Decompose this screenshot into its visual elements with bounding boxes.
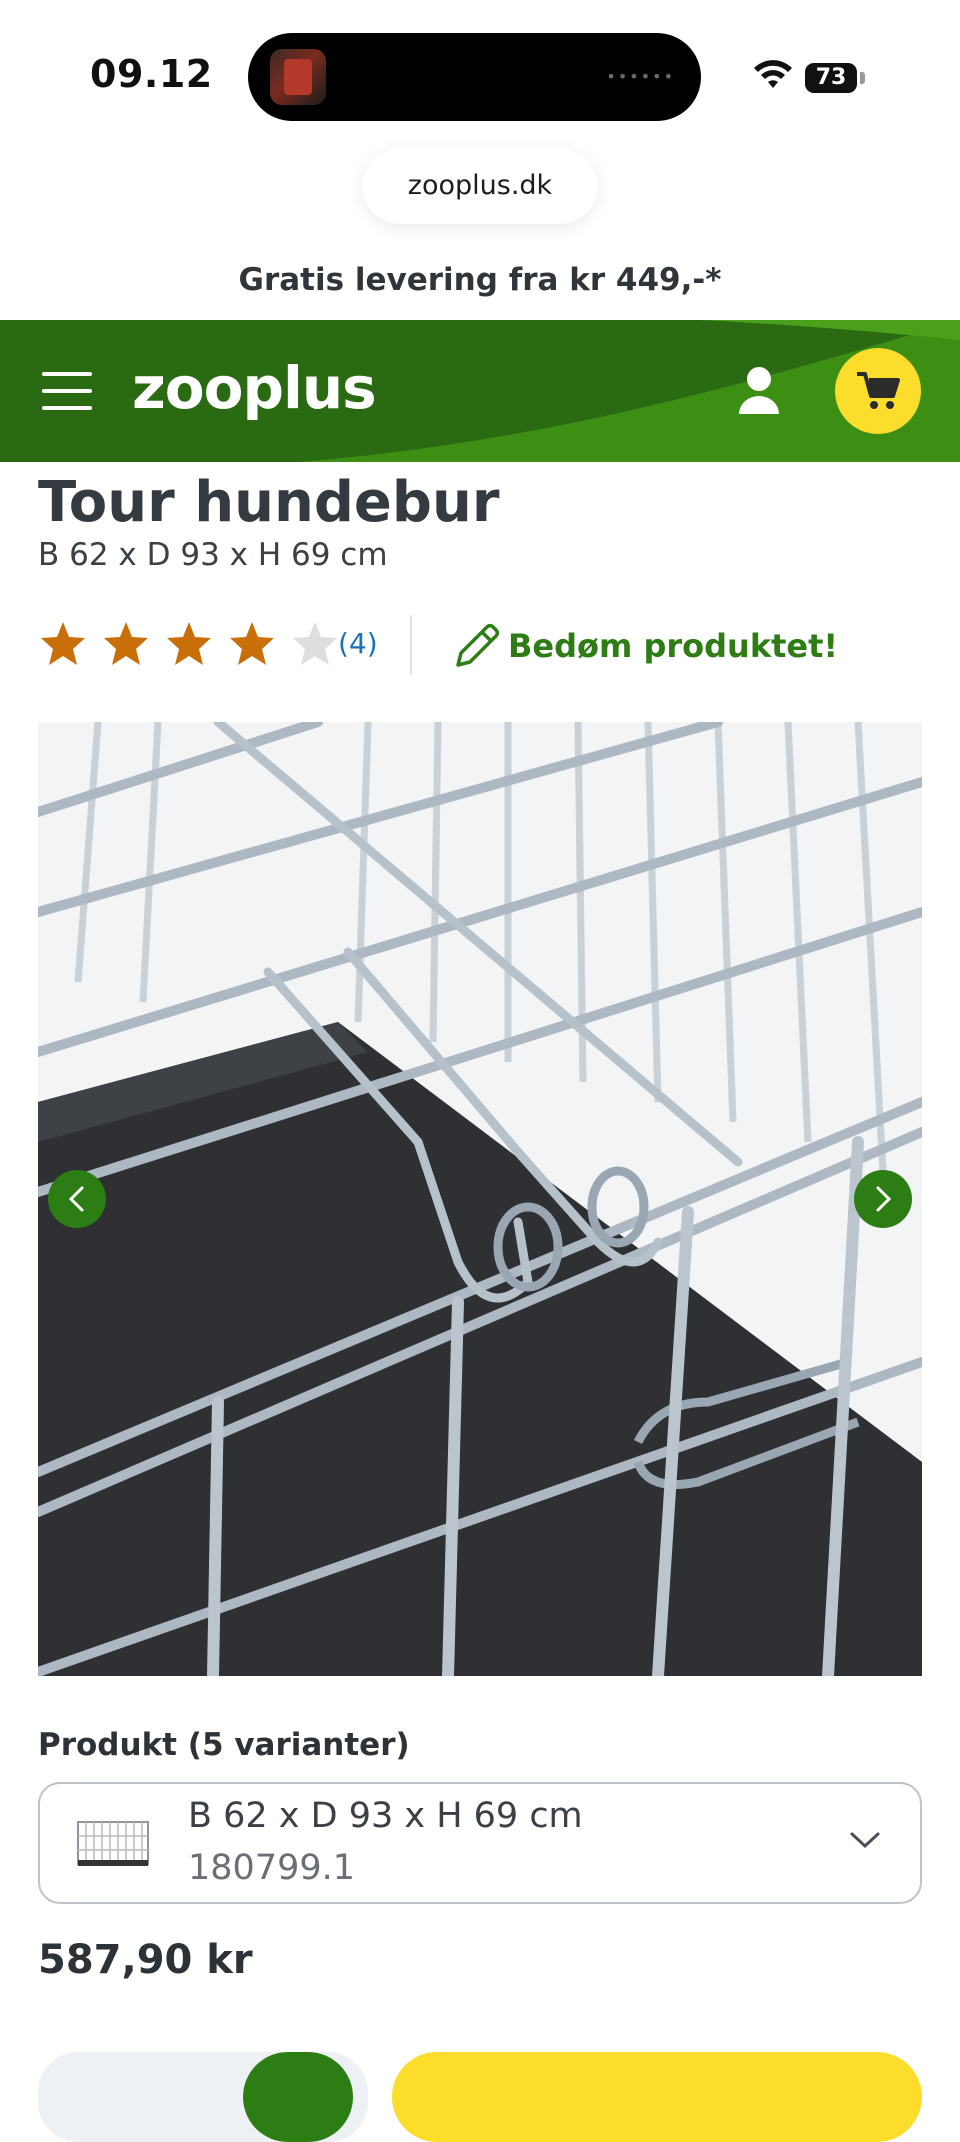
variant-dropdown[interactable]: B 62 x D 93 x H 69 cm 180799.1 <box>38 1782 922 1904</box>
gallery-next-button[interactable] <box>854 1170 912 1228</box>
site-header: zooplus <box>0 320 960 462</box>
chevron-down-icon <box>850 1832 880 1849</box>
wifi-icon <box>754 60 792 88</box>
now-playing-artwork <box>270 49 326 105</box>
review-count-link[interactable]: (4) <box>338 627 378 660</box>
star-filled-icon <box>167 622 212 665</box>
address-bar[interactable]: zooplus.dk <box>362 148 598 224</box>
cart-button[interactable] <box>835 348 921 434</box>
star-filled-icon <box>104 622 149 665</box>
product-price: 587,90 kr <box>38 1937 253 1983</box>
zooplus-logo[interactable]: zooplus <box>132 354 377 422</box>
menu-icon[interactable] <box>42 372 92 410</box>
rating-row: (4) Bedøm produktet! <box>38 615 938 675</box>
variant-label: Produkt (5 varianter) <box>38 1727 410 1763</box>
product-title: Tour hundebur <box>38 470 500 535</box>
variant-selected-name: B 62 x D 93 x H 69 cm <box>188 1796 583 1836</box>
free-shipping-banner: Gratis levering fra kr 449,-* <box>238 262 722 298</box>
rating-divider <box>410 615 412 675</box>
cart-icon <box>857 372 900 409</box>
rate-product-label: Bedøm produktet! <box>508 627 838 665</box>
star-rating[interactable] <box>38 619 348 673</box>
star-filled-icon <box>41 622 85 665</box>
add-to-cart-button[interactable] <box>392 2052 922 2142</box>
product-photo-cage <box>38 722 922 1676</box>
battery-indicator: 73 <box>805 63 857 93</box>
quantity-increase-button[interactable] <box>243 2052 353 2142</box>
star-filled-icon <box>230 622 275 665</box>
product-image-gallery[interactable] <box>38 722 922 1676</box>
audio-waveform-icon: •••••• <box>606 67 675 86</box>
dynamic-island[interactable]: •••••• <box>248 33 701 121</box>
battery-cap <box>860 72 865 84</box>
star-empty-icon <box>293 622 338 665</box>
gallery-prev-button[interactable] <box>48 1170 106 1228</box>
user-account-icon[interactable] <box>735 364 783 416</box>
chevron-right-icon <box>876 1186 892 1212</box>
product-dimensions: B 62 x D 93 x H 69 cm <box>38 537 388 573</box>
variant-selected-sku: 180799.1 <box>188 1848 356 1888</box>
clock: 09.12 <box>90 52 213 96</box>
pencil-icon <box>456 623 500 667</box>
chevron-left-icon <box>68 1186 84 1212</box>
status-bar: 09.12 •••••• 73 <box>0 0 960 140</box>
variant-thumbnail <box>77 1821 149 1866</box>
